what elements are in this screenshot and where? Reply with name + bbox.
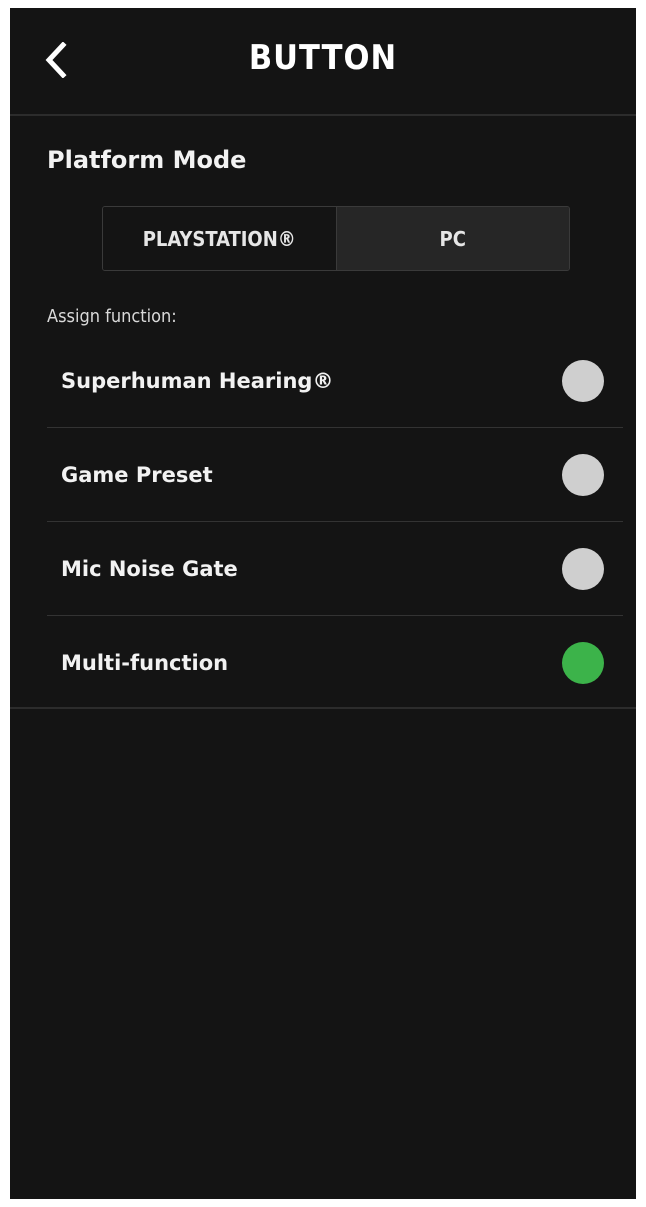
function-option-multi-function[interactable]: Multi-function	[47, 616, 623, 709]
function-option-label: Multi-function	[61, 650, 229, 675]
page-title: BUTTON	[248, 38, 398, 78]
header-bar: BUTTON	[10, 8, 636, 116]
platform-option-pc[interactable]: PC	[336, 207, 569, 270]
divider	[10, 707, 636, 709]
radio-button[interactable]	[562, 547, 604, 590]
function-list: Superhuman Hearing® Game Preset Mic Nois…	[47, 334, 623, 709]
function-option-label: Superhuman Hearing®	[61, 368, 334, 393]
radio-button[interactable]	[562, 359, 604, 402]
function-option-mic-noise-gate[interactable]: Mic Noise Gate	[47, 522, 623, 616]
assign-function-label: Assign function:	[47, 306, 177, 327]
function-option-label: Mic Noise Gate	[61, 556, 238, 581]
platform-mode-title: Platform Mode	[47, 146, 247, 174]
platform-option-playstation[interactable]: PLAYSTATION®	[103, 207, 337, 270]
function-option-superhuman-hearing[interactable]: Superhuman Hearing®	[47, 334, 623, 428]
radio-button[interactable]	[562, 453, 604, 496]
function-option-label: Game Preset	[61, 462, 213, 487]
platform-mode-switch: PLAYSTATION® PC	[102, 206, 570, 271]
screen: BUTTON Platform Mode PLAYSTATION® PC Ass…	[10, 8, 636, 1199]
function-option-game-preset[interactable]: Game Preset	[47, 428, 623, 522]
radio-button[interactable]	[562, 641, 604, 684]
